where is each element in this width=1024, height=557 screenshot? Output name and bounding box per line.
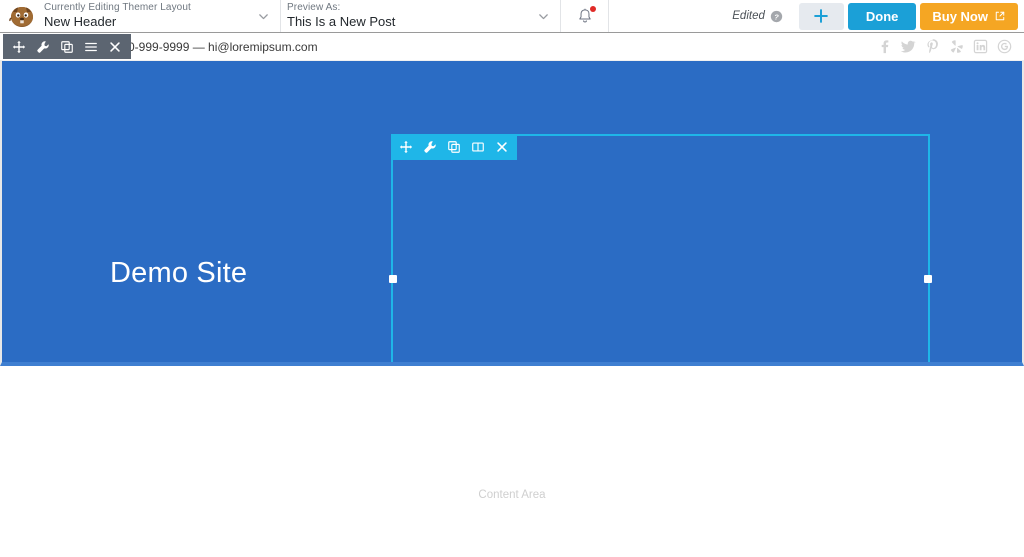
help-circle-icon[interactable]: ? [770, 10, 783, 23]
yelp-icon[interactable] [949, 39, 964, 54]
buy-now-button[interactable]: Buy Now [920, 2, 1018, 30]
notification-dot [589, 6, 596, 12]
external-link-icon [995, 11, 1005, 21]
done-button[interactable]: Done [847, 2, 917, 30]
wrench-icon[interactable] [418, 134, 442, 160]
edited-status: Edited ? [720, 10, 795, 23]
preview-as-value: This Is a New Post [287, 13, 396, 29]
beaver-logo-icon[interactable] [0, 0, 38, 32]
edited-label: Edited [732, 10, 765, 22]
svg-text:?: ? [774, 12, 779, 21]
move-icon[interactable] [7, 34, 31, 59]
preview-as-label: Preview As: [287, 2, 341, 14]
duplicate-icon[interactable] [442, 134, 466, 160]
module-toolbar [391, 134, 517, 160]
hero-row[interactable]: Demo Site [0, 60, 1024, 366]
buy-now-label: Buy Now [932, 8, 988, 24]
googleplus-icon[interactable] [997, 39, 1012, 54]
twitter-icon[interactable] [901, 39, 916, 54]
plus-icon [814, 9, 829, 23]
preview-as-select[interactable]: Preview As: This Is a New Post [281, 0, 561, 32]
page-editor: Currently Editing Themer Layout New Head… [0, 0, 1024, 557]
chevron-down-icon [539, 13, 548, 19]
move-icon[interactable] [394, 134, 418, 160]
row-toolbar [3, 34, 131, 59]
add-button[interactable] [798, 2, 844, 30]
contact-info: 0-999-9999 — hi@loremipsum.com [128, 39, 318, 54]
site-top-bar: 0-999-9999 — hi@loremipsum.com [0, 33, 1024, 60]
themer-layout-select[interactable]: Currently Editing Themer Layout New Head… [38, 0, 281, 32]
admin-bar: Currently Editing Themer Layout New Head… [0, 0, 1024, 33]
facebook-icon[interactable] [877, 39, 892, 54]
content-area[interactable]: Content Area [0, 370, 1024, 557]
duplicate-icon[interactable] [55, 34, 79, 59]
notifications-button[interactable] [561, 0, 609, 32]
content-area-label: Content Area [478, 489, 546, 501]
pinterest-icon[interactable] [925, 39, 940, 54]
themer-layout-label: Currently Editing Themer Layout [44, 2, 191, 14]
close-icon[interactable] [103, 34, 127, 59]
columns-icon[interactable] [466, 134, 490, 160]
hero-title: Demo Site [110, 257, 248, 289]
resize-handle-right[interactable] [924, 275, 932, 283]
menu-icon[interactable] [79, 34, 103, 59]
linkedin-icon[interactable] [973, 39, 988, 54]
selected-module[interactable] [389, 134, 932, 362]
done-label: Done [865, 8, 899, 24]
chevron-down-icon [259, 13, 268, 19]
close-icon[interactable] [490, 134, 514, 160]
themer-layout-value: New Header [44, 13, 117, 29]
resize-handle-left[interactable] [389, 275, 397, 283]
social-links [877, 39, 1012, 54]
admin-bar-actions: Edited ? Done Buy Now [720, 0, 1024, 32]
wrench-icon[interactable] [31, 34, 55, 59]
